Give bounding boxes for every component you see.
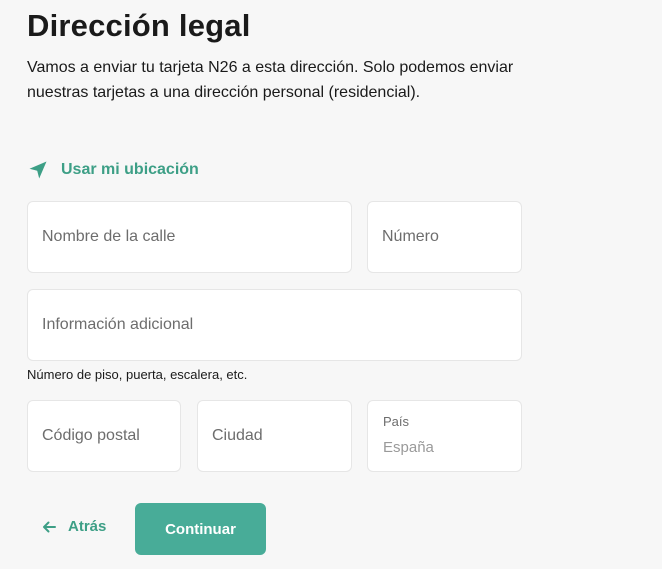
country-field: País España: [367, 400, 522, 472]
country-value: España: [383, 439, 434, 456]
additional-info-input[interactable]: [42, 290, 511, 360]
use-my-location-label: Usar mi ubicación: [61, 161, 199, 178]
continue-button[interactable]: Continuar: [135, 503, 266, 555]
street-number-input[interactable]: [382, 202, 511, 272]
street-number-field[interactable]: [367, 201, 522, 273]
legal-address-page: Dirección legal Vamos a enviar tu tarjet…: [0, 0, 662, 569]
arrow-left-icon: [42, 521, 56, 533]
back-label: Atrás: [68, 518, 107, 535]
street-name-field[interactable]: [27, 201, 352, 273]
postal-code-input[interactable]: [42, 401, 170, 471]
postal-code-field[interactable]: [27, 400, 181, 472]
additional-info-field[interactable]: [27, 289, 522, 361]
street-name-input[interactable]: [42, 202, 341, 272]
page-description: Vamos a enviar tu tarjeta N26 a esta dir…: [27, 59, 514, 101]
use-my-location-link[interactable]: Usar mi ubicación: [28, 158, 199, 182]
country-label: País: [383, 414, 410, 429]
additional-info-hint: Número de piso, puerta, escalera, etc.: [27, 367, 248, 382]
city-input[interactable]: [212, 401, 341, 471]
city-field[interactable]: [197, 400, 352, 472]
page-title: Dirección legal: [27, 8, 251, 43]
back-button[interactable]: Atrás: [42, 518, 106, 535]
location-arrow-icon: [28, 160, 48, 180]
